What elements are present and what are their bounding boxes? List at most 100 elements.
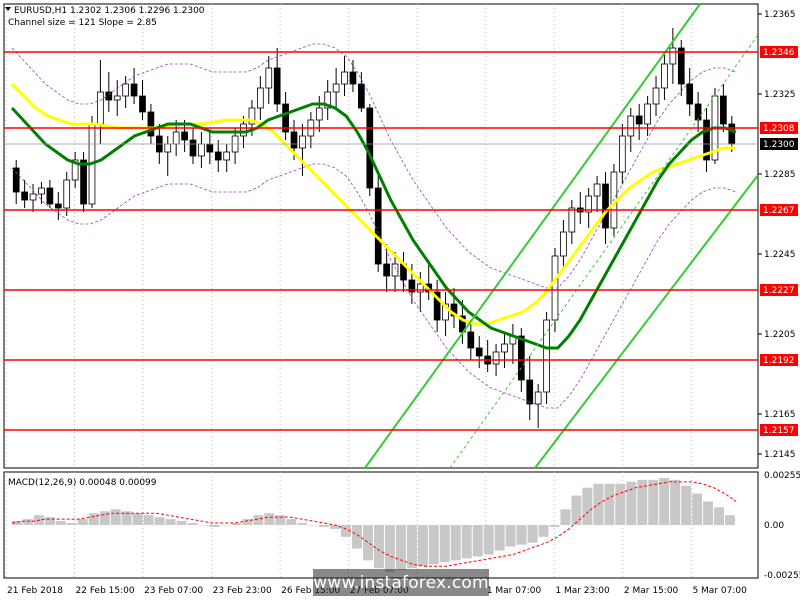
macd-bar (66, 523, 77, 525)
channel-lower-line (534, 174, 759, 469)
candle-body (97, 91, 104, 125)
macd-bar (77, 519, 88, 525)
macd-bar (483, 525, 494, 555)
candle-body (164, 143, 172, 153)
candle-body (46, 187, 54, 205)
macd-bar (516, 525, 527, 545)
macd-bar (308, 525, 319, 526)
candle-body (198, 143, 205, 157)
y-tick-label: 1.2285 (764, 170, 796, 180)
candle-body (273, 67, 281, 105)
x-tick-label: 1 Mar 07:00 (487, 586, 542, 596)
y-tick-label: 1.2145 (764, 450, 796, 460)
macd-bar (264, 513, 275, 525)
candle-body (181, 131, 188, 141)
candle-body (113, 95, 121, 101)
macd-bar (670, 479, 681, 525)
channel-mid-line (449, 34, 759, 469)
candle-body (652, 87, 660, 105)
candle-body (526, 379, 534, 405)
y-tick-label: 1.2325 (764, 90, 796, 100)
candle-body (105, 91, 113, 101)
level-label: 1.2308 (763, 124, 795, 134)
macd-bar (88, 513, 99, 525)
macd-bar (461, 525, 472, 559)
sma-green-line (10, 102, 737, 350)
macd-bar (253, 515, 264, 525)
y-tick-label: 1.2245 (764, 250, 796, 260)
macd-bar (395, 525, 406, 571)
candle-body (728, 123, 736, 145)
candle-body (560, 231, 567, 257)
envelope-lower (11, 163, 737, 409)
candle-body (543, 319, 550, 393)
macd-bar (560, 509, 571, 525)
macd-bar (505, 525, 516, 547)
candle-body (139, 95, 146, 113)
candle-body (391, 263, 399, 277)
macd-bar (209, 525, 220, 527)
candle-body (501, 343, 508, 353)
macd-bar (286, 519, 297, 525)
macd-bar (352, 525, 363, 549)
macd-bar (450, 525, 461, 561)
candle-body (122, 83, 129, 97)
x-tick-label: 23 Feb 07:00 (144, 586, 203, 596)
macd-bar (319, 525, 330, 527)
macd-bar (549, 525, 560, 527)
macd-bar (374, 525, 384, 569)
macd-bar (297, 523, 308, 525)
macd-bar (692, 493, 703, 525)
macd-bar (615, 483, 626, 525)
candle-body (349, 71, 357, 85)
macd-bar (703, 501, 714, 525)
candle-body (627, 115, 635, 137)
candle-body (332, 83, 340, 93)
macd-title: MACD(12,26,9) 0.00048 0.00099 (8, 478, 157, 488)
y-tick-label: 1.2165 (764, 410, 796, 420)
candle-body (358, 83, 365, 109)
candle-body (517, 335, 525, 381)
macd-bar (176, 521, 187, 525)
candle-body (223, 151, 231, 161)
candle-body (189, 139, 197, 157)
macd-bar (44, 517, 55, 525)
chart-window: 21 Feb 2018 22 Feb 15:00 23 Feb 07:00 23 Fe… (0, 0, 800, 600)
candle-body (677, 47, 685, 85)
macd-bar (571, 495, 582, 525)
macd-bar (582, 487, 593, 525)
candle-body (214, 151, 222, 161)
macd-bar (527, 525, 538, 543)
candle-body (341, 71, 348, 85)
macd-bar (439, 525, 450, 563)
current-price-label: 1.2300 (763, 140, 795, 150)
macd-bar (494, 525, 505, 551)
candle-body (568, 207, 576, 233)
macd-bar (604, 483, 615, 525)
candle-body (593, 183, 601, 197)
candle-body (130, 83, 138, 97)
x-tick-label: 2 Mar 15:00 (624, 586, 679, 596)
level-label: 1.2227 (763, 286, 795, 296)
macd-y-tick-label: -0.00255 (764, 571, 800, 581)
sma-yellow-line (10, 82, 736, 326)
watermark-banner: www.instaforex.com (313, 569, 489, 596)
x-tick-label: 21 Feb 2018 (7, 586, 63, 596)
candle-body (315, 107, 323, 121)
candle-body (619, 135, 626, 173)
candles-group (12, 28, 736, 428)
macd-bar (363, 525, 373, 561)
level-label: 1.2346 (763, 48, 795, 58)
candle-body (240, 123, 247, 137)
y-tick-label: 1.2205 (764, 330, 796, 340)
macd-bar (132, 513, 143, 525)
candle-body (635, 115, 643, 125)
candle-body (492, 351, 500, 365)
macd-bar (714, 507, 725, 525)
macd-bar (143, 515, 154, 525)
macd-y-tick-label: 0.00 (764, 521, 784, 531)
watermark-text: www.instaforex.com (313, 572, 489, 593)
chart-title: EURUSD,H1 1.2302 1.2306 1.2296 1.2300 (14, 6, 205, 16)
candle-body (257, 87, 264, 109)
macd-bar (417, 525, 428, 567)
